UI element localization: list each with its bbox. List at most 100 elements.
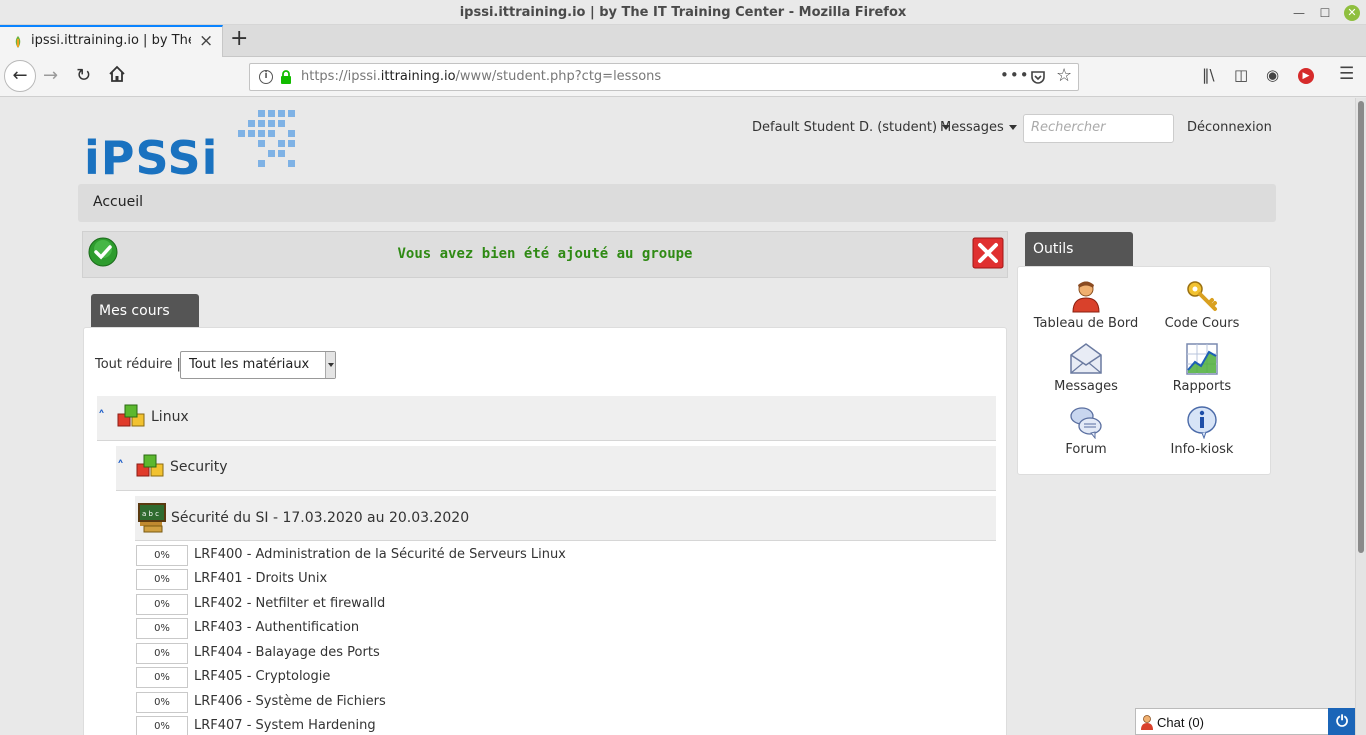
tab-my-courses[interactable]: Mes cours — [91, 294, 199, 328]
lock-icon[interactable] — [280, 70, 292, 84]
lesson-row[interactable]: 0% LRF406 - Système de Fichiers — [136, 691, 976, 715]
tool-dashboard[interactable]: Tableau de Bord — [1026, 279, 1146, 331]
cubes-icon — [136, 454, 164, 477]
lesson-progress: 0% — [136, 716, 188, 735]
tool-messages[interactable]: Messages — [1026, 342, 1146, 394]
bookmark-star-icon[interactable]: ☆ — [1056, 65, 1072, 86]
reload-icon[interactable]: ↻ — [76, 65, 91, 86]
account-icon[interactable]: ◉ — [1266, 66, 1279, 84]
forward-icon[interactable]: → — [43, 65, 58, 86]
close-tab-icon[interactable]: × — [199, 31, 213, 51]
new-tab-icon[interactable]: + — [230, 26, 248, 51]
tool-forum[interactable]: Forum — [1026, 405, 1146, 457]
caret-down-icon — [1008, 125, 1017, 130]
chat-user-icon — [1141, 715, 1153, 730]
courses-panel: Tout réduire | Tout les matériaux ˄ Linu… — [83, 327, 1007, 735]
logout-link[interactable]: Déconnexion — [1187, 120, 1272, 135]
lesson-link[interactable]: LRF400 - Administration de la Sécurité d… — [194, 547, 566, 562]
category-row-linux[interactable]: ˄ Linux — [97, 396, 996, 441]
extension-icon[interactable]: ▶ — [1298, 68, 1314, 84]
window-title: ipssi.ittraining.io | by The IT Training… — [459, 5, 907, 20]
tool-label: Info-kiosk — [1170, 442, 1234, 457]
lesson-progress: 0% — [136, 594, 188, 615]
lesson-row[interactable]: 0% LRF403 - Authentification — [136, 617, 976, 641]
category-row-security[interactable]: ˄ Security — [116, 446, 996, 491]
close-window-icon[interactable]: ✕ — [1344, 5, 1360, 21]
page-content: iPSSi Default Student D. (student) Messa… — [0, 98, 1355, 735]
page-scrollbar[interactable] — [1355, 98, 1366, 735]
lesson-row[interactable]: 0% LRF401 - Droits Unix — [136, 568, 976, 592]
back-icon[interactable]: ← — [4, 60, 36, 92]
lesson-link[interactable]: LRF401 - Droits Unix — [194, 571, 327, 586]
lesson-progress: 0% — [136, 545, 188, 566]
sidebar-icon[interactable]: ◫ — [1234, 66, 1248, 84]
lesson-progress: 0% — [136, 569, 188, 590]
url-text[interactable]: https://ipssi.ittraining.io/www/student.… — [301, 69, 661, 84]
lesson-row[interactable]: 0% LRF407 - System Hardening — [136, 715, 976, 735]
chat-widget[interactable]: Chat (0) ⏻ — [1135, 708, 1355, 735]
success-alert: Vous avez bien été ajouté au groupe — [82, 231, 1008, 278]
envelope-icon — [1070, 343, 1102, 374]
lesson-row[interactable]: 0% LRF405 - Cryptologie — [136, 666, 976, 690]
lesson-progress: 0% — [136, 692, 188, 713]
scrollbar-thumb[interactable] — [1358, 101, 1364, 553]
forum-icon — [1070, 407, 1102, 439]
home-icon[interactable] — [108, 65, 126, 83]
chevron-down-icon — [325, 352, 335, 378]
page-actions-icon[interactable]: ••• — [1000, 66, 1030, 84]
collapse-chevron-icon[interactable]: ˄ — [98, 409, 105, 425]
user-menu[interactable]: Default Student D. (student) — [752, 120, 951, 135]
lesson-link[interactable]: LRF406 - Système de Fichiers — [194, 694, 386, 709]
close-alert-icon[interactable] — [972, 237, 1004, 269]
maximize-icon[interactable]: ☐ — [1317, 5, 1333, 21]
messages-menu[interactable]: Messages — [940, 120, 1017, 135]
site-info-icon[interactable]: i — [259, 70, 273, 84]
svg-text:a b c: a b c — [142, 510, 159, 518]
lesson-link[interactable]: LRF403 - Authentification — [194, 620, 359, 635]
breadcrumb: Accueil — [78, 184, 1276, 222]
lesson-link[interactable]: LRF404 - Balayage des Ports — [194, 645, 380, 660]
lesson-progress: 0% — [136, 667, 188, 688]
collapse-chevron-icon[interactable]: ˄ — [117, 459, 124, 475]
info-icon — [1187, 406, 1217, 439]
course-board-icon: a b c — [138, 503, 166, 533]
tool-label: Rapports — [1172, 379, 1232, 394]
lesson-row[interactable]: 0% LRF402 - Netfilter et firewalld — [136, 593, 976, 617]
tool-info-kiosk[interactable]: Info-kiosk — [1142, 405, 1262, 457]
menu-hamburger-icon[interactable]: ☰ — [1339, 64, 1354, 84]
breadcrumb-home-link[interactable]: Accueil — [93, 194, 143, 210]
chart-icon — [1186, 343, 1218, 375]
search-input[interactable]: Rechercher — [1023, 114, 1174, 143]
alert-message: Vous avez bien été ajouté au groupe — [397, 246, 693, 262]
collapse-all-link[interactable]: Tout réduire | — [95, 357, 181, 372]
materials-filter-select[interactable]: Tout les matériaux — [180, 351, 336, 379]
user-icon — [1072, 281, 1100, 313]
tool-label: Code Cours — [1164, 316, 1240, 331]
tool-label: Tableau de Bord — [1033, 316, 1139, 331]
lesson-link[interactable]: LRF407 - System Hardening — [194, 718, 376, 733]
power-icon[interactable]: ⏻ — [1328, 708, 1355, 735]
tab-bar: ipssi.ittraining.io | by The IT Training… — [0, 25, 1366, 57]
cubes-icon — [117, 404, 145, 427]
url-bar[interactable]: i https://ipssi.ittraining.io/www/studen… — [249, 63, 1079, 91]
tool-reports[interactable]: Rapports — [1142, 342, 1262, 394]
subcategory-label: Security — [170, 459, 228, 475]
browser-tab[interactable]: ipssi.ittraining.io | by The IT Training… — [0, 25, 223, 57]
lesson-row[interactable]: 0% LRF404 - Balayage des Ports — [136, 642, 976, 666]
tools-panel: Tableau de Bord Code Cours Messages Rapp… — [1017, 266, 1271, 475]
key-icon — [1187, 281, 1217, 311]
minimize-icon[interactable]: — — [1291, 5, 1307, 21]
pocket-icon[interactable] — [1030, 69, 1046, 85]
course-label[interactable]: Sécurité du SI - 17.03.2020 au 20.03.202… — [171, 510, 469, 526]
category-label: Linux — [151, 409, 189, 425]
lesson-link[interactable]: LRF405 - Cryptologie — [194, 669, 330, 684]
library-icon[interactable]: ‖\ — [1202, 66, 1215, 84]
svg-text:iPSSi: iPSSi — [84, 131, 218, 180]
tool-label: Messages — [1054, 379, 1118, 394]
lesson-row[interactable]: 0% LRF400 - Administration de la Sécurit… — [136, 544, 976, 568]
tab-tools[interactable]: Outils — [1025, 232, 1133, 266]
lesson-link[interactable]: LRF402 - Netfilter et firewalld — [194, 596, 385, 611]
lesson-progress: 0% — [136, 643, 188, 664]
tool-course-code[interactable]: Code Cours — [1142, 279, 1262, 331]
course-row[interactable]: a b c Sécurité du SI - 17.03.2020 au 20.… — [135, 496, 996, 541]
